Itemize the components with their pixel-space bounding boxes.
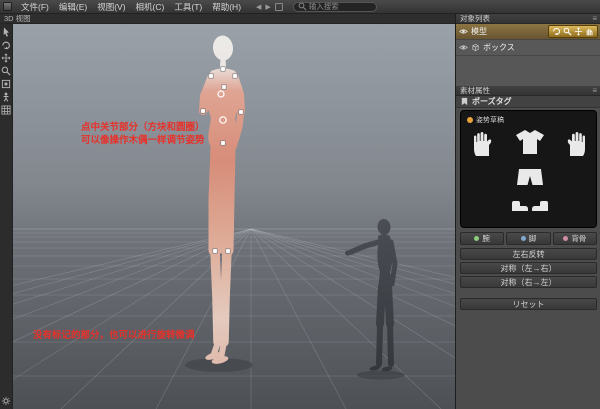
history-panel-icon[interactable] [275, 3, 283, 11]
figure-tool-icon[interactable] [1, 91, 12, 102]
tag-name: 姿势草稿 [476, 115, 504, 125]
grid-toggle-icon[interactable] [1, 104, 12, 115]
object-list-title: 对象列表 [460, 14, 490, 23]
history-nav: ◀ ▶ [256, 3, 283, 11]
pose-tag-entry[interactable]: 姿势草稿 [467, 115, 504, 125]
menu-camera[interactable]: 相机(C) [131, 0, 170, 14]
material-properties-title: 素材属性 [460, 86, 490, 95]
cube-icon [471, 43, 480, 52]
left-hand-icon[interactable] [471, 131, 495, 157]
camera-tool-bar [548, 25, 598, 38]
frame-fit-icon[interactable] [1, 78, 12, 89]
viewport-tab[interactable]: 3D 视图 [0, 14, 455, 24]
right-hand-icon[interactable] [564, 131, 588, 157]
leg-dot [521, 236, 526, 241]
menu-tools[interactable]: 工具(T) [169, 0, 207, 14]
zoom-view-icon[interactable] [563, 27, 572, 36]
forward-arrow-icon[interactable]: ▶ [265, 3, 270, 11]
object-list: 模型 [456, 24, 600, 86]
camera-rotate-icon[interactable] [1, 39, 12, 50]
panel-menu-icon[interactable]: ≡ [592, 86, 597, 95]
feet-icon[interactable] [510, 197, 550, 213]
camera-zoom-icon[interactable] [1, 65, 12, 76]
part-toggle-group: 腕 脚 背骨 [460, 232, 597, 245]
app-icon [3, 2, 12, 11]
app-window: 文件(F) 编辑(E) 视图(V) 相机(C) 工具(T) 帮助(H) ◀ ▶ … [0, 0, 600, 409]
grab-hand-icon[interactable] [585, 27, 594, 36]
reset-button[interactable]: リセット [460, 298, 597, 310]
tag-active-dot [467, 117, 473, 123]
menu-edit[interactable]: 编辑(E) [54, 0, 92, 14]
lower-body-icon[interactable] [516, 167, 544, 187]
object-row-model[interactable]: 模型 [456, 24, 600, 40]
toggle-leg-label: 脚 [529, 233, 537, 244]
menu-file[interactable]: 文件(F) [16, 0, 54, 14]
rotate-view-icon[interactable] [552, 27, 561, 36]
toggle-arm[interactable]: 腕 [460, 232, 504, 245]
toggle-leg[interactable]: 脚 [506, 232, 550, 245]
material-properties-header: 素材属性 ≡ [456, 86, 600, 96]
pose-tag-label: ポーズタグ [472, 96, 512, 107]
object-list-header: 对象列表 ≡ [456, 14, 600, 24]
panel-menu-icon[interactable]: ≡ [592, 14, 597, 23]
pose-tag-row[interactable]: ポーズタグ [456, 96, 600, 108]
camera-pan-icon[interactable] [1, 52, 12, 63]
menu-help[interactable]: 帮助(H) [207, 0, 246, 14]
pose-tag-panel: 姿势草稿 [460, 110, 597, 228]
left-toolbar [0, 24, 13, 409]
menu-bar: 文件(F) 编辑(E) 视图(V) 相机(C) 工具(T) 帮助(H) ◀ ▶ [0, 0, 600, 14]
visibility-eye-icon[interactable] [459, 27, 468, 36]
menu-view[interactable]: 视图(V) [92, 0, 130, 14]
search-box[interactable] [293, 2, 377, 12]
pan-view-icon[interactable] [574, 27, 583, 36]
symmetry-left-to-right-button[interactable]: 对称（左→右） [460, 262, 597, 274]
3d-viewport[interactable]: 点中关节部分（方块和圆圈） 可以像操作木偶一样调节姿势 没有标记的部分，也可以进… [13, 24, 455, 409]
toggle-spine[interactable]: 背骨 [553, 232, 597, 245]
object-label-box: ボックス [483, 42, 515, 53]
annotation-joints: 点中关节部分（方块和圆圈） 可以像操作木偶一样调节姿势 [81, 122, 205, 147]
flip-horizontal-button[interactable]: 左右反转 [460, 248, 597, 260]
3d-viewport-canvas[interactable] [13, 24, 455, 409]
silhouette-shadow [357, 371, 405, 380]
annotation-rotation: 没有标记的部分，也可以进行旋转微调 [33, 330, 195, 343]
torso-icon[interactable] [514, 128, 546, 156]
toggle-arm-label: 腕 [482, 233, 490, 244]
visibility-eye-icon[interactable] [459, 43, 468, 52]
object-label-model: 模型 [471, 26, 487, 37]
search-icon [298, 2, 307, 11]
right-panel: 对象列表 ≡ 模型 [455, 14, 600, 409]
spine-dot [563, 236, 568, 241]
tag-icon [460, 97, 469, 106]
search-input[interactable] [309, 2, 372, 11]
toggle-spine-label: 背骨 [571, 233, 586, 244]
back-arrow-icon[interactable]: ◀ [256, 3, 261, 11]
select-tool-icon[interactable] [1, 26, 12, 37]
object-row-box[interactable]: ボックス [456, 40, 600, 56]
settings-icon[interactable] [1, 395, 12, 406]
symmetry-right-to-left-button[interactable]: 对称（右→左） [460, 276, 597, 288]
arm-dot [474, 236, 479, 241]
